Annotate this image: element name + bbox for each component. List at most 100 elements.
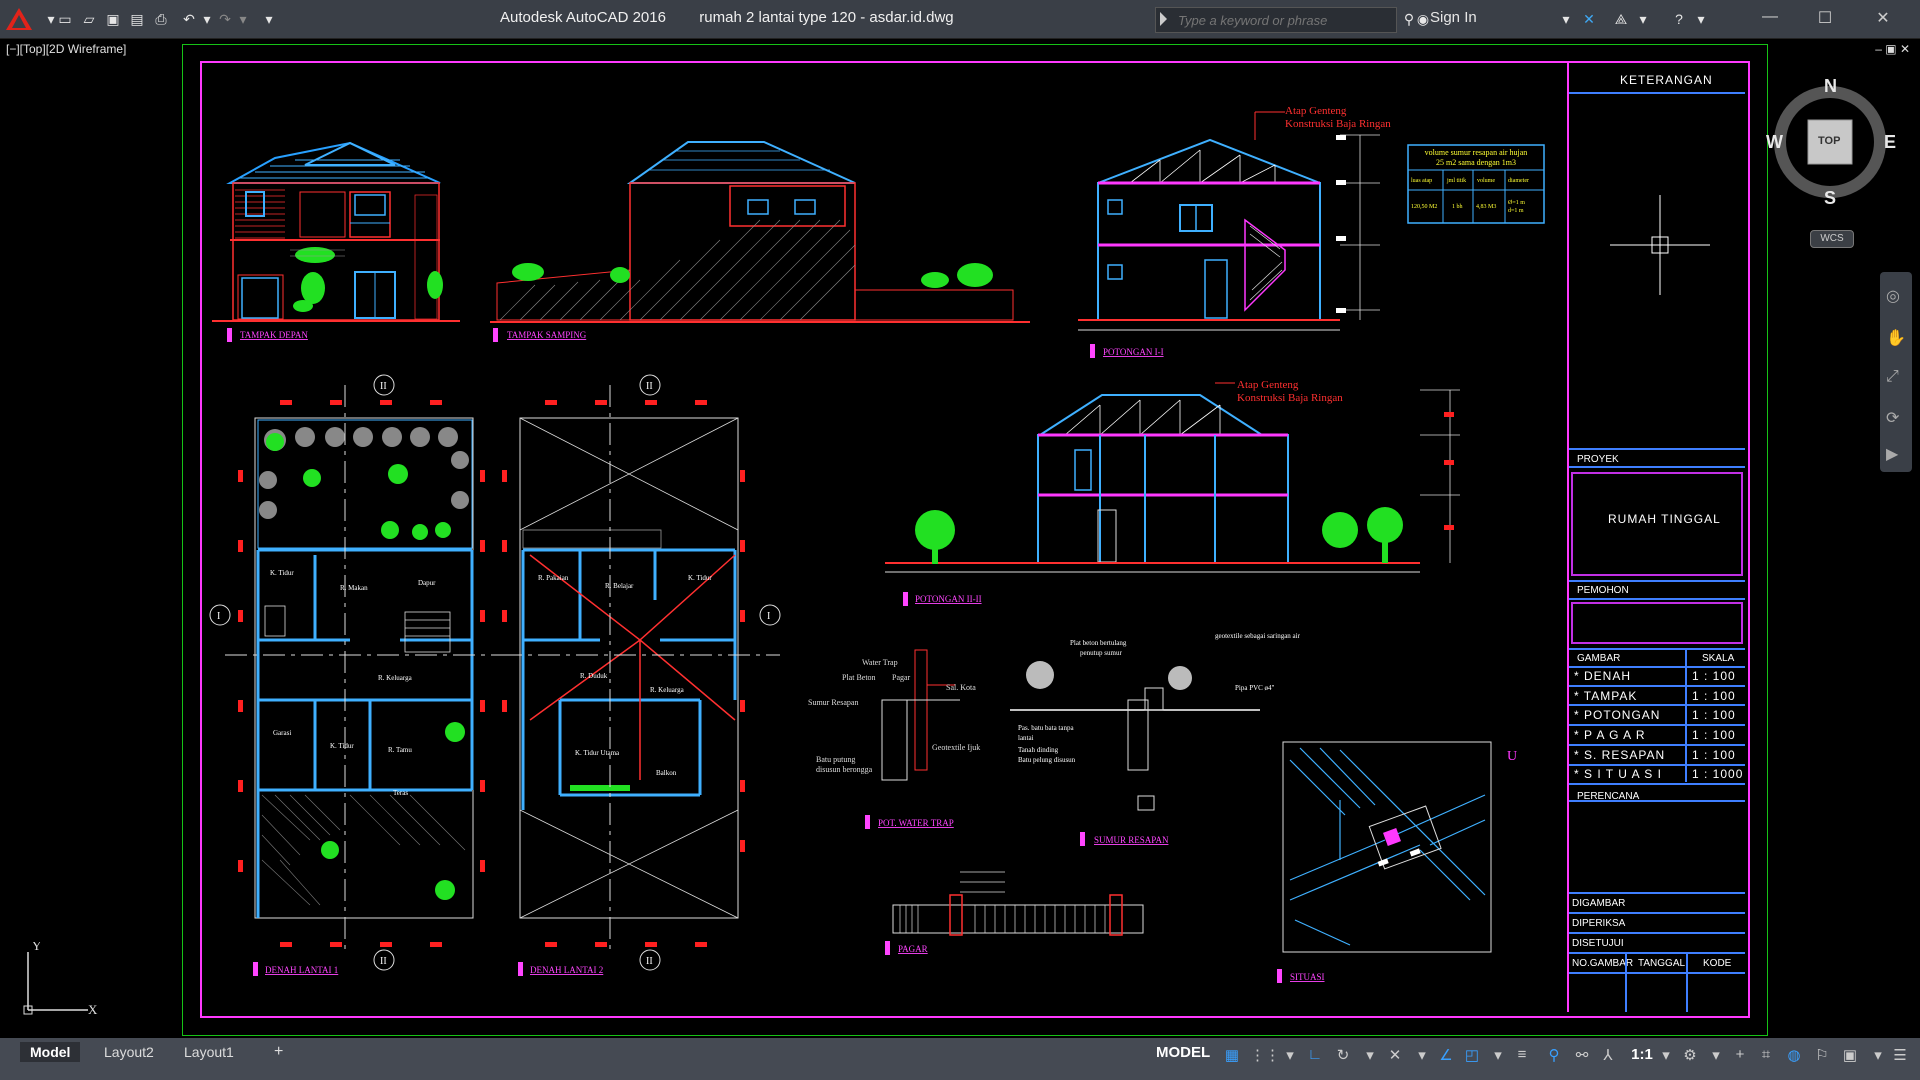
annotation-scale-value[interactable]: 1:1 (1628, 1046, 1656, 1066)
scale-row-gambar: * S I T U A S I (1574, 767, 1662, 781)
ortho-icon[interactable]: ∟ (1305, 1046, 1325, 1066)
room-label-garasi: Garasi (273, 729, 291, 737)
orbit-icon[interactable]: ⟳ (1886, 408, 1906, 428)
svg-text:penutup sumur: penutup sumur (1080, 649, 1122, 657)
section-2-drawing: Atap Genteng Konstruksi Baja Ringan (885, 379, 1460, 573)
room-label-tidur: K. Tidur (270, 569, 294, 577)
tb-divider (1569, 704, 1745, 706)
viewcube-top-face[interactable]: TOP (1818, 135, 1840, 147)
svg-text:II: II (646, 381, 653, 392)
zoom-extents-icon[interactable]: ⤢ (1886, 368, 1906, 388)
tb-col-divider (1685, 648, 1687, 782)
add-layout-button[interactable]: + (264, 1042, 293, 1062)
auto-scale-icon[interactable]: ⚯ (1572, 1046, 1592, 1066)
gambar-header: GAMBAR (1577, 653, 1621, 664)
project-name: RUMAH TINGGAL (1608, 512, 1721, 526)
konstruksi-label-2: Konstruksi Baja Ringan (1237, 392, 1343, 404)
svg-text:volume: volume (1477, 178, 1495, 184)
svg-text:II: II (380, 956, 387, 967)
isolate-objects-icon[interactable]: ⚐ (1812, 1046, 1832, 1066)
units-icon[interactable]: ⌗ (1756, 1046, 1776, 1066)
scale-row-gambar: * POTONGAN (1574, 708, 1661, 722)
scale-row-gambar: * DENAH (1574, 669, 1632, 683)
svg-text:II: II (646, 956, 653, 967)
sumur-volume-table: volume sumur resapan air hujan 25 m2 sam… (1407, 144, 1545, 224)
room-label-tidur-utama: K. Tidur Utama (575, 749, 620, 757)
customization-menu-icon[interactable]: ☰ (1890, 1046, 1910, 1066)
compass-west[interactable]: W (1766, 132, 1783, 153)
annotation-visibility-icon[interactable]: ⚲ (1544, 1046, 1564, 1066)
svg-text:Plat beton bertulang: Plat beton bertulang (1070, 639, 1127, 647)
showmotion-icon[interactable]: ▶ (1886, 444, 1906, 464)
svg-text:I: I (767, 611, 770, 622)
svg-text:II: II (380, 381, 387, 392)
compass-south[interactable]: S (1824, 188, 1836, 209)
tab-layout1[interactable]: Layout1 (174, 1042, 244, 1062)
label-situasi: SITUASI (1290, 972, 1325, 982)
room-label-tamu: R. Tamu (388, 746, 412, 754)
polar-dropdown-icon[interactable]: ▾ (1360, 1046, 1380, 1066)
tab-model[interactable]: Model (20, 1042, 81, 1062)
status-dropdown-icon[interactable]: ▾ (1868, 1046, 1888, 1066)
grid-icon[interactable]: ▦ (1222, 1046, 1242, 1066)
label-denah-1: DENAH LANTAI 1 (265, 965, 338, 975)
scale-row-gambar: * S. RESAPAN (1574, 748, 1666, 762)
svg-text:luas atap: luas atap (1411, 178, 1432, 184)
workspace-gear-icon[interactable]: ⚙ (1680, 1046, 1700, 1066)
viewcube[interactable]: N S E W TOP (1766, 76, 1896, 208)
kode-label: KODE (1703, 958, 1732, 969)
compass-east[interactable]: E (1884, 132, 1896, 153)
tab-layout2[interactable]: Layout2 (94, 1042, 164, 1062)
clean-screen-icon[interactable]: ▣ (1840, 1046, 1860, 1066)
pan-icon[interactable]: ✋ (1886, 328, 1906, 348)
room-label-makan: R. Makan (340, 584, 368, 592)
room-label-tidur-2: K. Tidur (330, 742, 354, 750)
tanggal-label: TANGGAL (1638, 958, 1686, 969)
isodraft-dropdown-icon[interactable]: ▾ (1412, 1046, 1432, 1066)
svg-text:Pagar: Pagar (892, 673, 911, 682)
svg-text:I: I (217, 611, 220, 622)
floor-plan-1: K. Tidur R. Makan Dapur R. Keluarga Gara… (209, 374, 515, 971)
object-snap-tracking-icon[interactable]: ∠ (1436, 1046, 1456, 1066)
svg-text:X: X (88, 1002, 98, 1017)
scale-dropdown-icon[interactable]: ▾ (1656, 1046, 1676, 1066)
steering-wheel-icon[interactable]: ◎ (1886, 286, 1906, 306)
tb-divider (1569, 952, 1745, 954)
tb-divider (1569, 648, 1745, 650)
tb-divider (1569, 932, 1745, 934)
object-snap-dropdown-icon[interactable]: ▾ (1488, 1046, 1508, 1066)
keterangan-heading: KETERANGAN (1620, 73, 1713, 87)
workspace-dropdown-icon[interactable]: ▾ (1706, 1046, 1726, 1066)
room-label-pakaian: R. Pakaian (538, 574, 569, 582)
diperiksa-label: DIPERIKSA (1572, 918, 1626, 929)
tb-divider (1569, 666, 1745, 668)
annotation-scale-icon[interactable]: ⅄ (1598, 1046, 1618, 1066)
room-label-balkon: Balkon (656, 769, 677, 777)
sumur-note-line-1: volume sumur resapan air hujan (1425, 148, 1528, 157)
object-snap-icon[interactable]: ◰ (1462, 1046, 1482, 1066)
label-tampak-depan: TAMPAK DEPAN (240, 330, 308, 340)
proyek-label: PROYEK (1577, 454, 1619, 465)
hardware-acceleration-icon[interactable]: ◍ (1784, 1046, 1804, 1066)
disetujui-label: DISETUJUI (1572, 938, 1624, 949)
atap-genteng-label: Atap Genteng (1285, 105, 1347, 117)
model-space-button[interactable]: MODEL (1156, 1044, 1210, 1061)
ucs-icon: Y X (23, 942, 98, 1017)
drawing-labels: TAMPAK DEPAN TAMPAK SAMPING POTONGAN I-I… (240, 330, 1325, 982)
svg-text:Y: Y (32, 942, 42, 953)
scale-row-skala: 1 : 100 (1692, 748, 1736, 762)
add-scale-icon[interactable]: + (1730, 1046, 1750, 1066)
svg-text:lantai: lantai (1018, 734, 1034, 742)
label-water-trap: POT. WATER TRAP (878, 818, 954, 828)
tb-divider (1569, 466, 1745, 468)
lineweight-icon[interactable]: ≡ (1512, 1046, 1532, 1066)
compass-north[interactable]: N (1824, 76, 1837, 97)
isodraft-icon[interactable]: ✕ (1385, 1046, 1405, 1066)
snap-dropdown-icon[interactable]: ▾ (1280, 1046, 1300, 1066)
label-potongan-2: POTONGAN II-II (915, 594, 982, 604)
svg-text:Batu putung: Batu putung (816, 755, 855, 764)
polar-tracking-icon[interactable]: ↻ (1333, 1046, 1353, 1066)
wcs-menu[interactable]: WCS (1810, 230, 1854, 248)
svg-text:Geotextile Ijuk: Geotextile Ijuk (932, 743, 980, 752)
snap-mode-icon[interactable]: ⋮⋮ (1250, 1046, 1280, 1066)
